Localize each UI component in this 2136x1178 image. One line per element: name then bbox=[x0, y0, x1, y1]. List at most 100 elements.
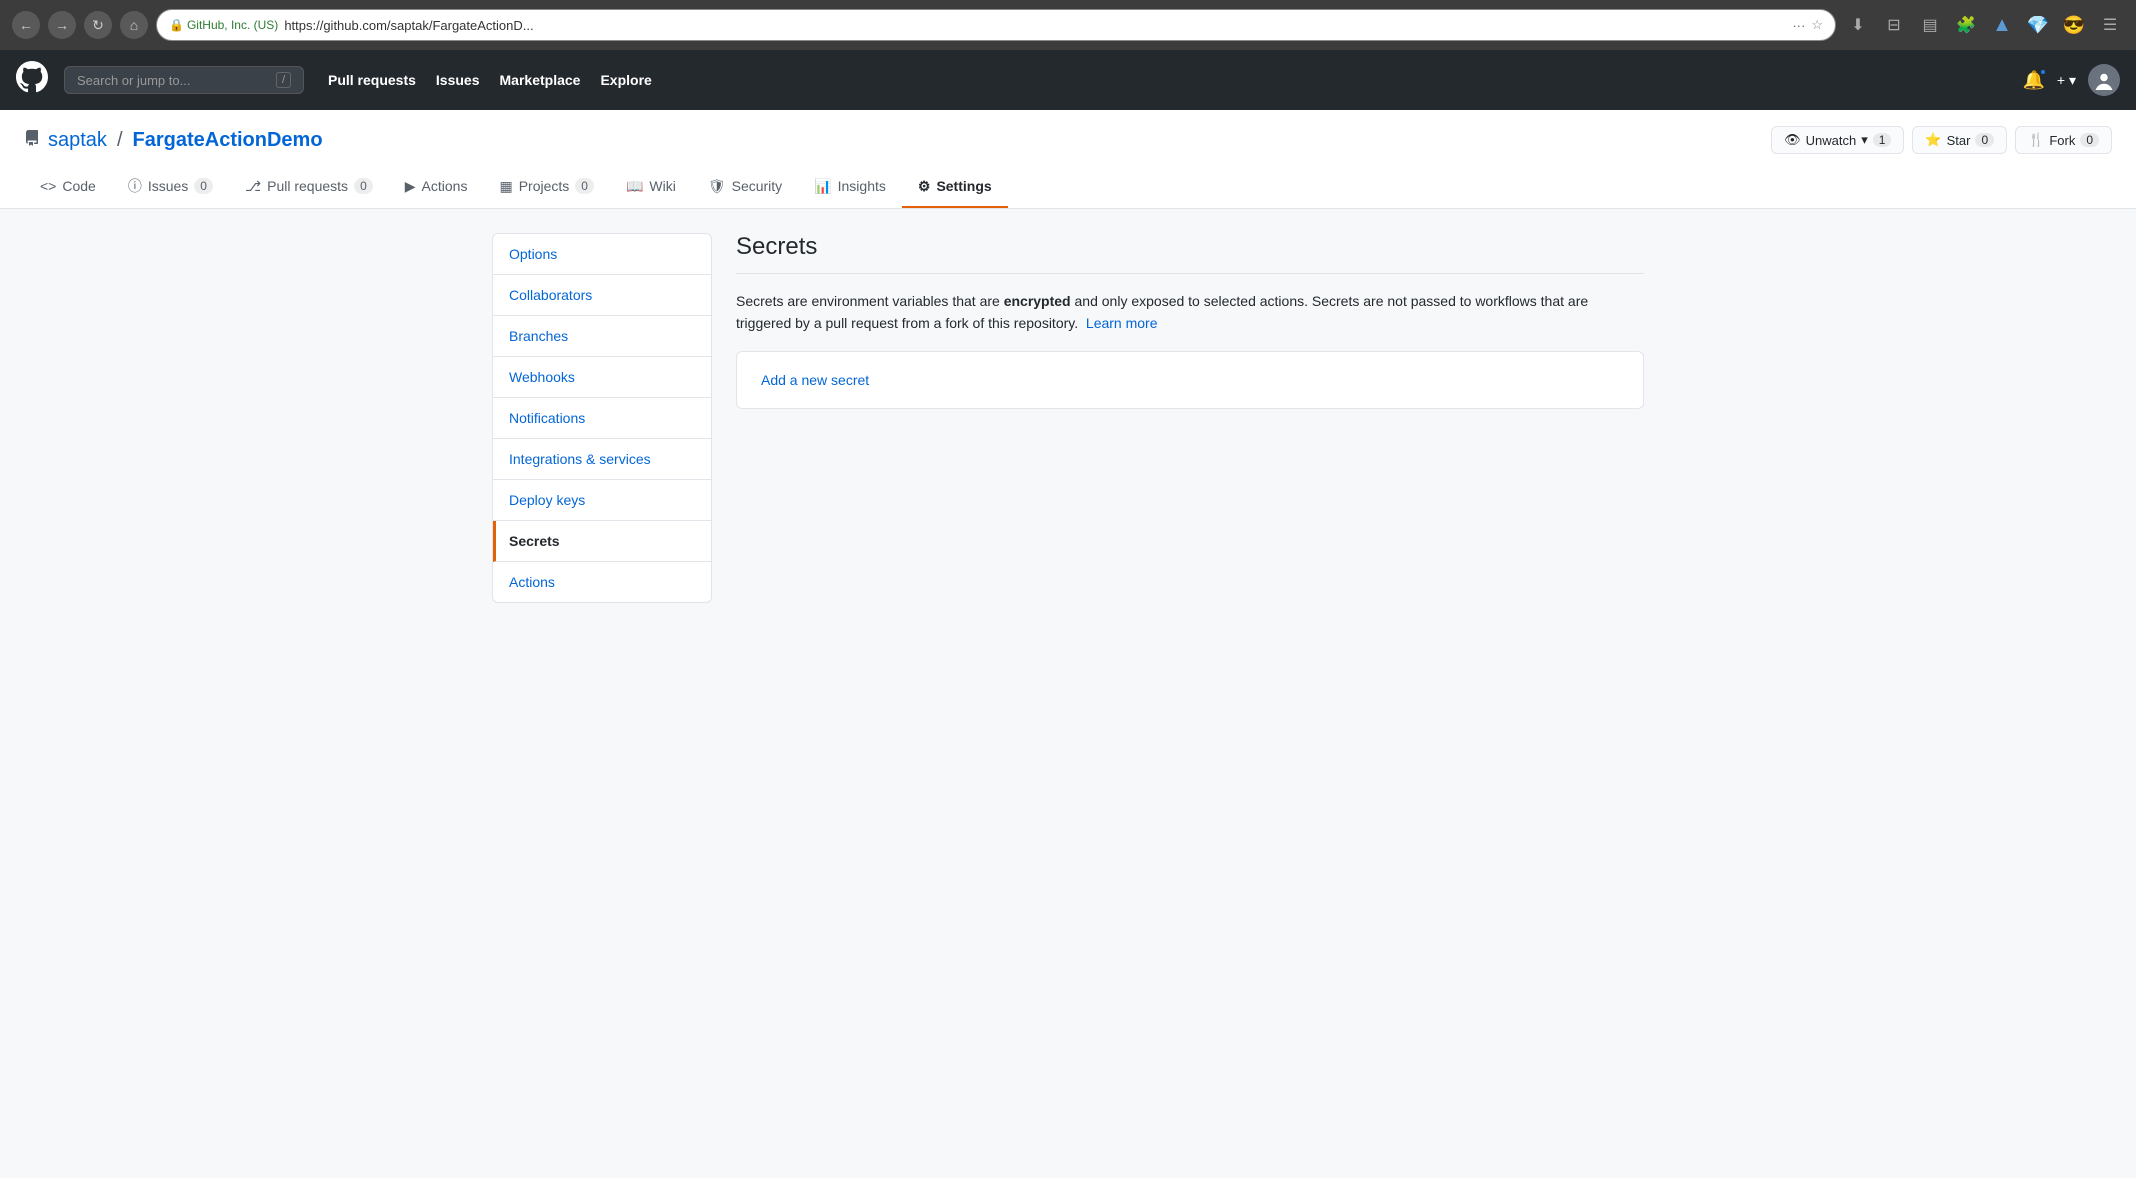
insights-icon: 📊 bbox=[814, 178, 831, 195]
secure-badge: 🔒 GitHub, Inc. (US) bbox=[169, 18, 278, 32]
search-box[interactable]: Search or jump to... / bbox=[64, 66, 304, 94]
tab-issues-label: Issues bbox=[148, 178, 188, 194]
page-title: Secrets bbox=[736, 233, 1644, 261]
plus-label: + ▾ bbox=[2057, 72, 2076, 89]
eye-icon: 👁 bbox=[1784, 132, 1801, 148]
repo-header: saptak / FargateActionDemo 👁 Unwatch ▾ 1… bbox=[0, 110, 2136, 209]
tab-projects-label: Projects bbox=[519, 178, 570, 194]
description-start: Secrets are environment variables that a… bbox=[736, 293, 1004, 309]
bookmark-icon: ☆ bbox=[1811, 17, 1823, 33]
add-secret-box: Add a new secret bbox=[736, 351, 1644, 409]
title-divider bbox=[736, 273, 1644, 274]
issues-badge: 0 bbox=[194, 178, 213, 194]
github-header: Search or jump to... / Pull requests Iss… bbox=[0, 50, 2136, 110]
forward-button[interactable]: → bbox=[48, 11, 76, 39]
fork-button[interactable]: 🍴 Fork 0 bbox=[2015, 126, 2112, 154]
tab-settings-label: Settings bbox=[936, 178, 991, 194]
repo-tabs: <> Code ⓘ Issues 0 ⎇ Pull requests 0 ▶ A… bbox=[24, 166, 2112, 208]
sidebar-item-integrations[interactable]: Integrations & services bbox=[493, 439, 711, 480]
sidebar-item-branches[interactable]: Branches bbox=[493, 316, 711, 357]
projects-icon: ▦ bbox=[499, 178, 512, 195]
more-icon: ··· bbox=[1792, 18, 1805, 33]
issues-icon: ⓘ bbox=[128, 176, 142, 196]
add-new-secret-link[interactable]: Add a new secret bbox=[761, 372, 869, 388]
home-button[interactable]: ⌂ bbox=[120, 11, 148, 39]
repo-owner[interactable]: saptak bbox=[48, 129, 107, 152]
actions-icon: ▶ bbox=[405, 178, 416, 195]
settings-icon: ⚙ bbox=[918, 178, 931, 195]
chevron-down-icon: ▾ bbox=[1861, 132, 1868, 148]
nav-issues[interactable]: Issues bbox=[436, 72, 480, 88]
back-button[interactable]: ← bbox=[12, 11, 40, 39]
profile-icon[interactable]: ▲ bbox=[1988, 11, 2016, 39]
main-content: Options Collaborators Branches Webhooks … bbox=[468, 209, 1668, 627]
sidebar-item-secrets[interactable]: Secrets bbox=[493, 521, 711, 562]
star-label: Star bbox=[1947, 133, 1971, 148]
secrets-description: Secrets are environment variables that a… bbox=[736, 290, 1644, 335]
unwatch-button[interactable]: 👁 Unwatch ▾ 1 bbox=[1771, 126, 1904, 154]
browser-chrome: ← → ↻ ⌂ 🔒 GitHub, Inc. (US) https://gith… bbox=[0, 0, 2136, 50]
secure-text: GitHub, Inc. (US) bbox=[187, 18, 278, 32]
pr-badge: 0 bbox=[354, 178, 373, 194]
sidebar-item-options[interactable]: Options bbox=[493, 234, 711, 275]
fork-icon: 🍴 bbox=[2028, 132, 2044, 148]
tab-insights-label: Insights bbox=[838, 178, 886, 194]
sidebar-item-notifications[interactable]: Notifications bbox=[493, 398, 711, 439]
repo-actions: 👁 Unwatch ▾ 1 ⭐ Star 0 🍴 Fork 0 bbox=[1771, 126, 2112, 154]
browser-actions: ⬇ ⊟ ▤ 🧩 ▲ 💎 😎 ☰ bbox=[1844, 11, 2124, 39]
tab-insights[interactable]: 📊 Insights bbox=[798, 166, 902, 208]
tab-wiki-label: Wiki bbox=[649, 178, 675, 194]
header-right: 🔔 + ▾ bbox=[2022, 64, 2120, 96]
nav-pull-requests[interactable]: Pull requests bbox=[328, 72, 416, 88]
notification-dot bbox=[2039, 68, 2047, 76]
address-bar[interactable]: 🔒 GitHub, Inc. (US) https://github.com/s… bbox=[156, 9, 1836, 41]
code-icon: <> bbox=[40, 178, 56, 194]
tab-projects[interactable]: ▦ Projects 0 bbox=[483, 166, 610, 208]
github-nav: Pull requests Issues Marketplace Explore bbox=[328, 72, 652, 88]
sidebar-item-deploy-keys[interactable]: Deploy keys bbox=[493, 480, 711, 521]
tab-pr-label: Pull requests bbox=[267, 178, 348, 194]
reader-icon[interactable]: ▤ bbox=[1916, 11, 1944, 39]
avatar[interactable] bbox=[2088, 64, 2120, 96]
tab-pull-requests[interactable]: ⎇ Pull requests 0 bbox=[229, 166, 389, 208]
description-bold: encrypted bbox=[1004, 293, 1071, 309]
repo-name[interactable]: FargateActionDemo bbox=[133, 129, 323, 152]
repo-icon bbox=[24, 130, 40, 151]
star-count: 0 bbox=[1975, 133, 1994, 147]
unwatch-count: 1 bbox=[1873, 133, 1892, 147]
tab-issues[interactable]: ⓘ Issues 0 bbox=[112, 166, 229, 208]
sidebar-item-webhooks[interactable]: Webhooks bbox=[493, 357, 711, 398]
tab-security[interactable]: 🛡 Security bbox=[692, 166, 798, 208]
search-placeholder: Search or jump to... bbox=[77, 73, 190, 88]
content-area: Secrets Secrets are environment variable… bbox=[736, 233, 1644, 603]
sidebar-item-collaborators[interactable]: Collaborators bbox=[493, 275, 711, 316]
tab-settings[interactable]: ⚙ Settings bbox=[902, 166, 1008, 208]
star-button[interactable]: ⭐ Star 0 bbox=[1912, 126, 2007, 154]
reload-button[interactable]: ↻ bbox=[84, 11, 112, 39]
download-icon[interactable]: ⬇ bbox=[1844, 11, 1872, 39]
github-logo[interactable] bbox=[16, 61, 48, 100]
fork-label: Fork bbox=[2049, 133, 2075, 148]
learn-more-link[interactable]: Learn more bbox=[1086, 315, 1158, 331]
search-shortcut-icon: / bbox=[276, 72, 291, 88]
menu-icon[interactable]: ☰ bbox=[2096, 11, 2124, 39]
new-item-button[interactable]: + ▾ bbox=[2057, 72, 2076, 89]
nav-marketplace[interactable]: Marketplace bbox=[500, 72, 581, 88]
tab-security-label: Security bbox=[732, 178, 783, 194]
wiki-icon: 📖 bbox=[626, 178, 643, 195]
fork-count: 0 bbox=[2080, 133, 2099, 147]
pr-icon: ⎇ bbox=[245, 178, 261, 195]
extension-icon[interactable]: 🧩 bbox=[1952, 11, 1980, 39]
sidebar-item-actions[interactable]: Actions bbox=[493, 562, 711, 602]
tab-code[interactable]: <> Code bbox=[24, 166, 112, 208]
library-icon[interactable]: ⊟ bbox=[1880, 11, 1908, 39]
vpn-icon[interactable]: 💎 bbox=[2024, 11, 2052, 39]
notifications-bell-button[interactable]: 🔔 bbox=[2022, 70, 2044, 91]
nav-explore[interactable]: Explore bbox=[600, 72, 651, 88]
tab-actions[interactable]: ▶ Actions bbox=[389, 166, 484, 208]
user-icon[interactable]: 😎 bbox=[2060, 11, 2088, 39]
tab-wiki[interactable]: 📖 Wiki bbox=[610, 166, 692, 208]
unwatch-label: Unwatch bbox=[1806, 133, 1857, 148]
security-icon: 🛡 bbox=[708, 178, 726, 195]
tab-actions-label: Actions bbox=[422, 178, 468, 194]
